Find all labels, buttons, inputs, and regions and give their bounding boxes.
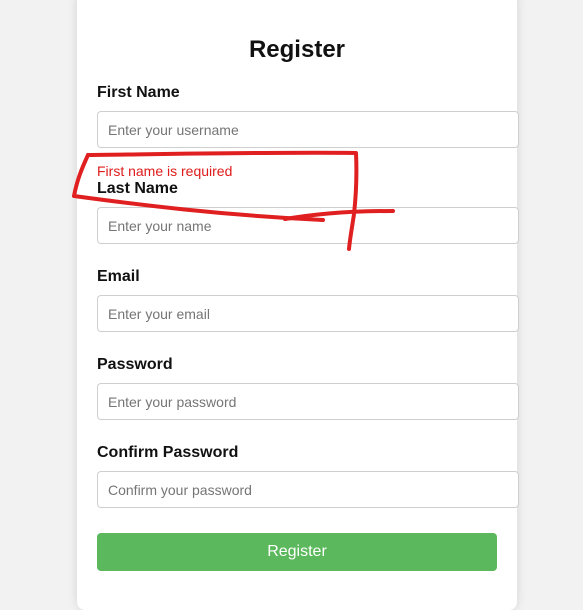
first-name-error-message: First name is required bbox=[97, 163, 233, 179]
confirm-password-label: Confirm Password bbox=[97, 444, 239, 461]
email-input[interactable] bbox=[97, 295, 519, 332]
password-input[interactable] bbox=[97, 383, 519, 420]
first-name-input[interactable] bbox=[97, 111, 519, 148]
page-title: Register bbox=[248, 36, 346, 63]
email-label: Email bbox=[97, 268, 140, 285]
password-label: Password bbox=[97, 356, 173, 373]
last-name-input[interactable] bbox=[97, 207, 519, 244]
last-name-label: Last Name bbox=[97, 180, 178, 197]
register-button[interactable]: Register bbox=[97, 533, 497, 571]
first-name-label: First Name bbox=[97, 84, 180, 101]
confirm-password-input[interactable] bbox=[97, 471, 519, 508]
